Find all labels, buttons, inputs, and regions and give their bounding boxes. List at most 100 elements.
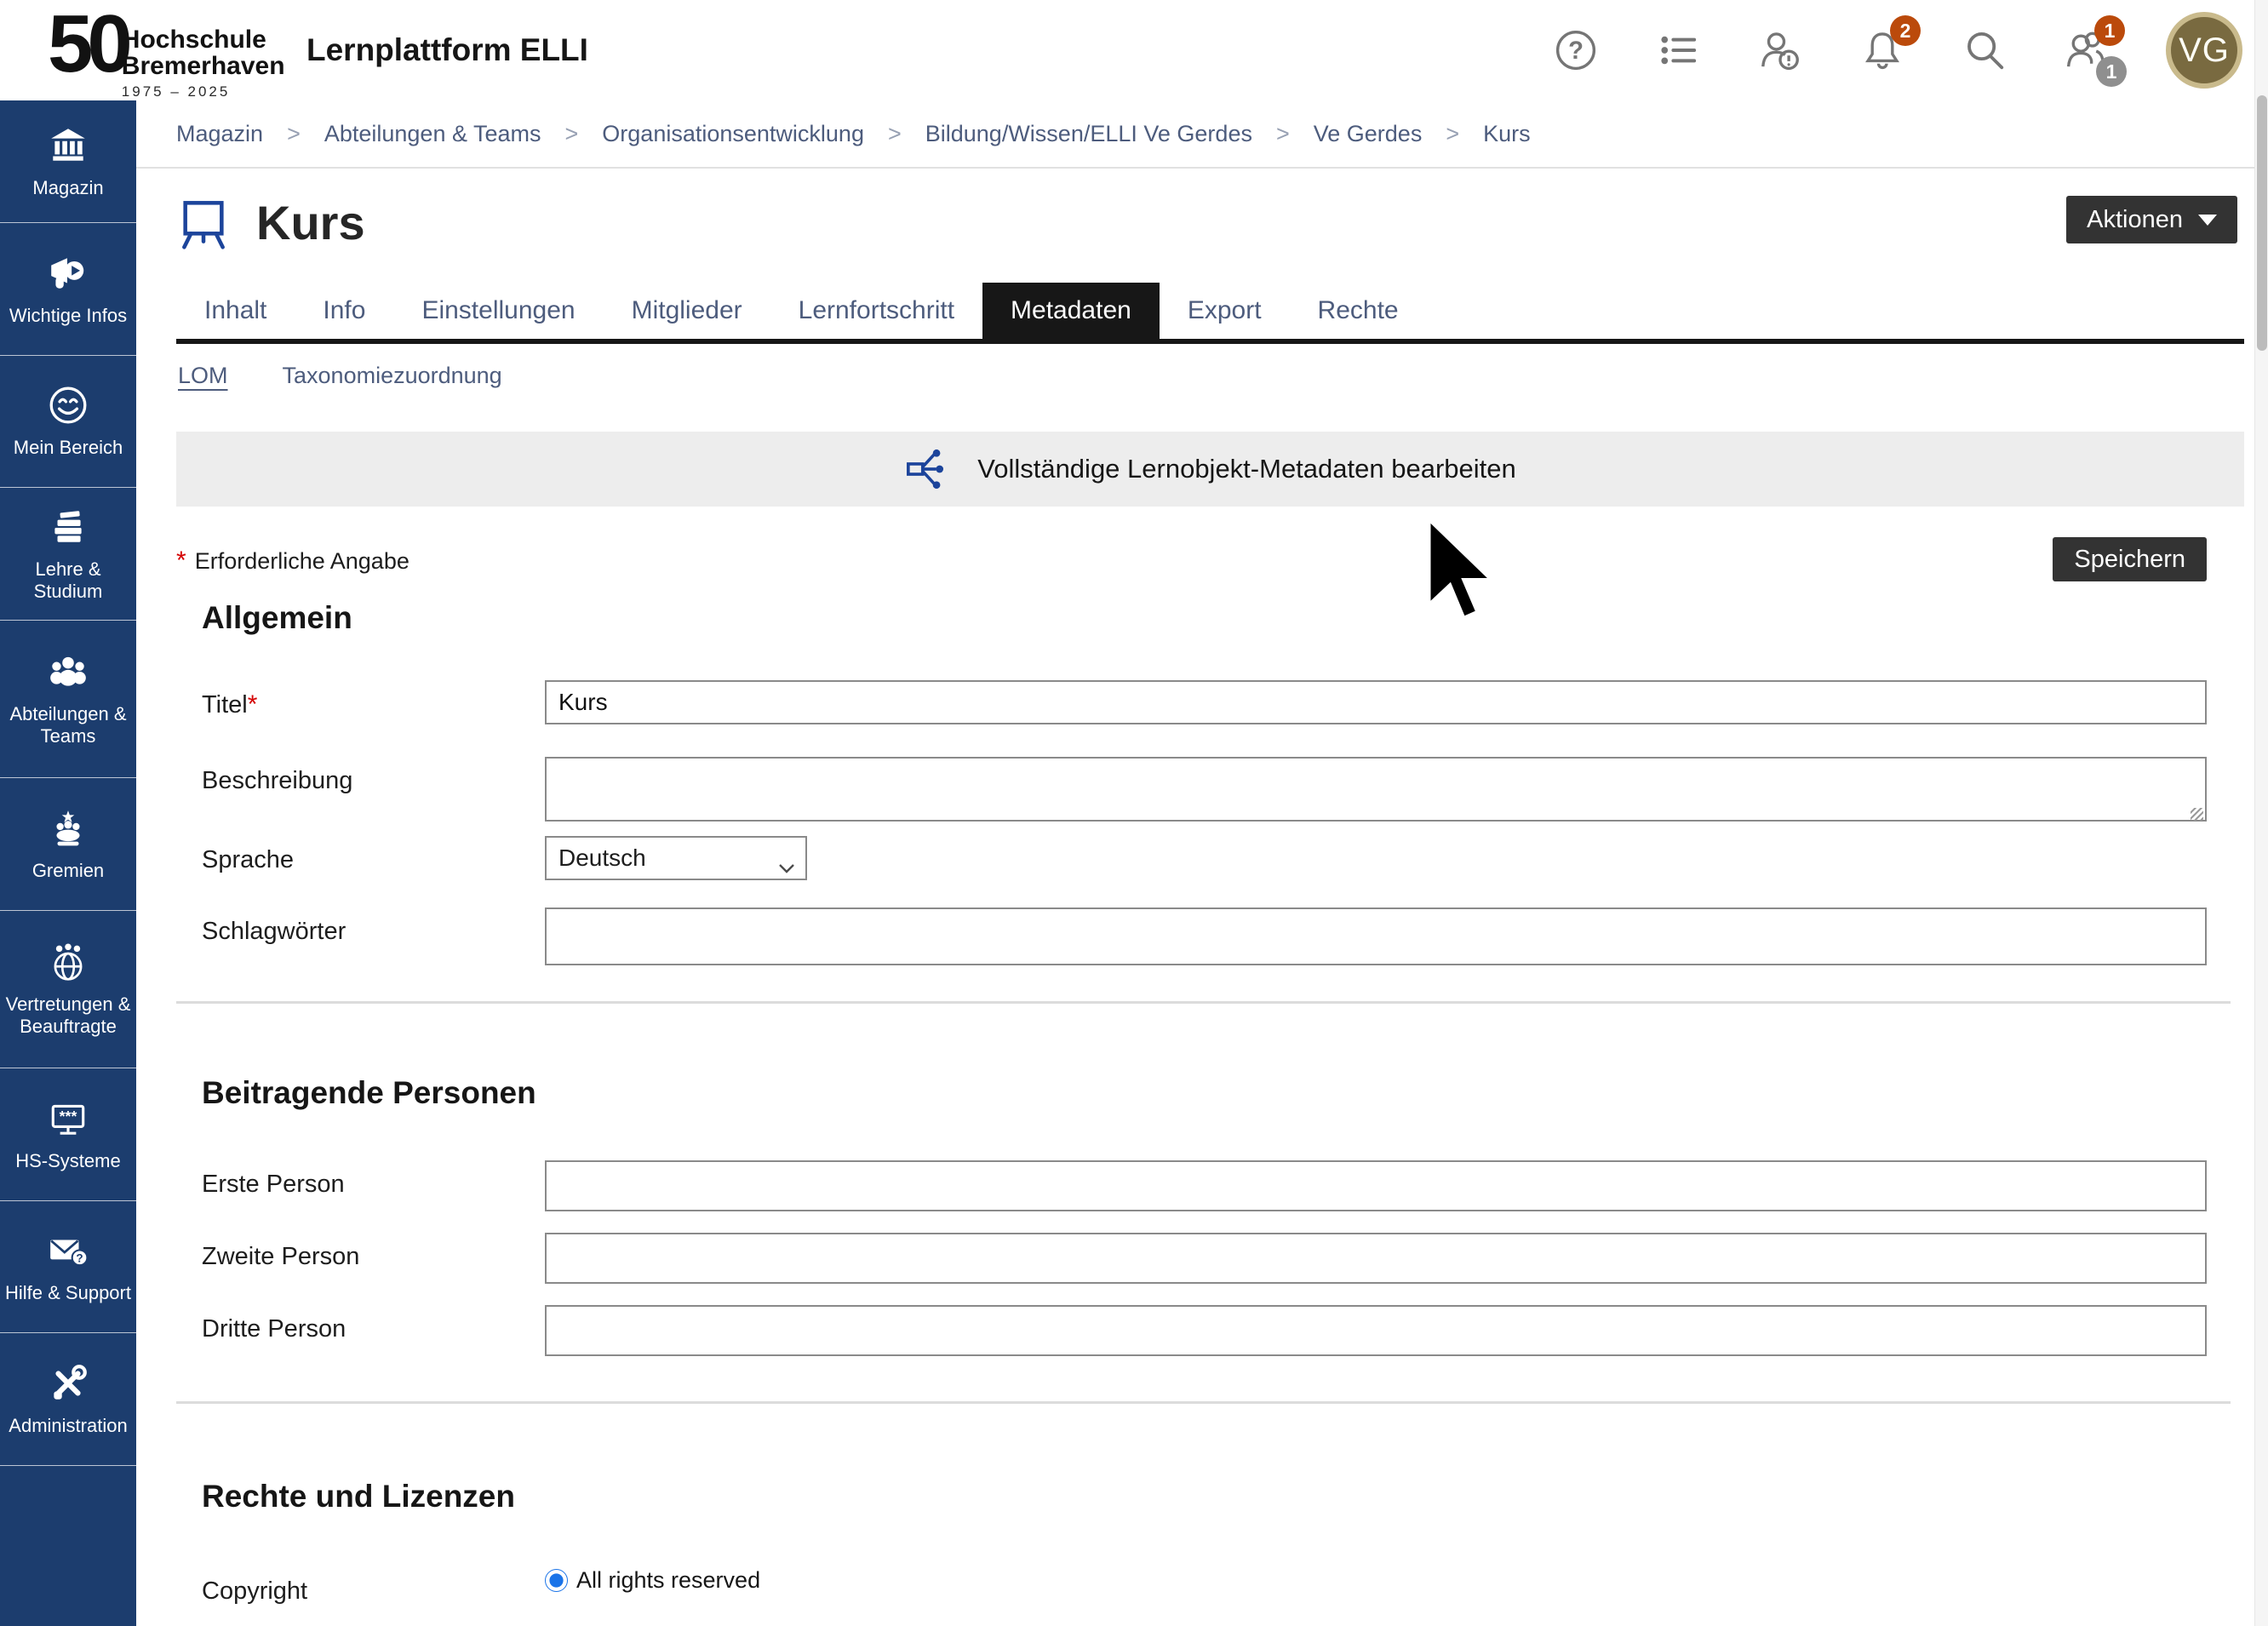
tab-rechte[interactable]: Rechte	[1290, 283, 1427, 339]
title-input[interactable]	[545, 680, 2207, 724]
section-heading-allgemein: Allgemein	[202, 600, 2244, 636]
chevron-right-icon: >	[1276, 121, 1290, 147]
required-asterisk: *	[176, 547, 186, 575]
chevron-right-icon: >	[565, 121, 579, 147]
university-logo[interactable]: 50 Hochschule Bremerhaven 1975 – 2025	[48, 5, 285, 100]
sidebar-item-administration[interactable]: Administration	[0, 1333, 136, 1466]
sidebar-item-vertretungen-beauftragte[interactable]: Vertretungen & Beauftragte	[0, 911, 136, 1068]
second-person-input[interactable]	[545, 1233, 2207, 1284]
top-header: 50 Hochschule Bremerhaven 1975 – 2025 Le…	[0, 0, 2268, 100]
contacts-icon[interactable]: 1 1	[2064, 27, 2110, 73]
notifications-badge: 2	[1890, 15, 1921, 46]
caret-down-icon	[2198, 215, 2217, 226]
sidebar-item-magazin[interactable]: Magazin	[0, 100, 136, 223]
help-icon[interactable]: ?	[1553, 27, 1599, 73]
megaphone-icon	[47, 252, 89, 295]
breadcrumb-link[interactable]: Abteilungen & Teams	[324, 121, 541, 147]
globe-people-icon	[47, 941, 89, 983]
header-icon-bar: ? 2	[1553, 0, 2242, 100]
tab-lernfortschritt[interactable]: Lernfortschritt	[770, 283, 982, 339]
actions-button[interactable]: Aktionen	[2066, 196, 2237, 243]
tab-einstellungen[interactable]: Einstellungen	[393, 283, 603, 339]
vertical-scrollbar[interactable]	[2254, 0, 2268, 1626]
title-field-label: Titel*	[176, 680, 545, 724]
section-divider	[176, 1001, 2231, 1004]
course-easel-icon	[176, 195, 231, 249]
smiley-icon	[47, 384, 89, 427]
sidebar-item-hilfe-support[interactable]: ? Hilfe & Support	[0, 1201, 136, 1333]
tab-inhalt[interactable]: Inhalt	[176, 283, 295, 339]
chevron-down-icon	[778, 853, 795, 880]
avatar[interactable]: VG	[2166, 12, 2242, 89]
scrollbar-thumb[interactable]	[2257, 95, 2267, 351]
sidebar-item-abteilungen-teams[interactable]: Abteilungen & Teams	[0, 621, 136, 778]
sidebar-filler	[0, 1466, 136, 1626]
breadcrumb-link-current[interactable]: Kurs	[1483, 121, 1531, 147]
tab-metadaten[interactable]: Metadaten	[982, 283, 1160, 339]
sidebar-item-label: HS-Systeme	[15, 1150, 120, 1172]
section-divider	[176, 1401, 2231, 1404]
todo-list-icon[interactable]	[1655, 27, 1701, 73]
first-person-input[interactable]	[545, 1160, 2207, 1211]
tab-mitglieder[interactable]: Mitglieder	[604, 283, 770, 339]
tools-icon	[47, 1362, 89, 1405]
sidebar-item-label: Hilfe & Support	[5, 1282, 131, 1304]
svg-text:?: ?	[1568, 37, 1584, 65]
monitor-icon: ***	[47, 1097, 89, 1140]
copyright-field-label: Copyright	[176, 1567, 545, 1606]
chevron-right-icon: >	[1446, 121, 1459, 147]
mail-help-icon: ?	[47, 1229, 89, 1272]
subtab-taxonomiezuordnung[interactable]: Taxonomiezuordnung	[283, 363, 502, 389]
required-note: Erforderliche Angabe	[195, 548, 410, 575]
svg-text:?: ?	[76, 1252, 83, 1265]
subtab-bar: LOM Taxonomiezuordnung	[176, 363, 2244, 389]
sidebar-item-label: Administration	[9, 1415, 127, 1437]
chevron-right-icon: >	[287, 121, 301, 147]
keywords-field-label: Schlagwörter	[176, 907, 545, 965]
main-sidebar: Magazin Wichtige Infos Mein Bereich	[0, 100, 136, 1626]
contacts-badge-secondary: 1	[2096, 56, 2127, 87]
required-asterisk: *	[248, 690, 258, 719]
logo-50: 50	[48, 5, 127, 83]
committee-icon	[47, 807, 89, 850]
language-select[interactable]: Deutsch	[545, 836, 807, 880]
tab-info[interactable]: Info	[295, 283, 393, 339]
description-textarea[interactable]	[545, 757, 2207, 822]
edit-full-metadata-banner[interactable]: Vollständige Lernobjekt-Metadaten bearbe…	[176, 432, 2244, 507]
logo-years: 1975 – 2025	[122, 83, 285, 100]
sidebar-item-lehre-studium[interactable]: Lehre & Studium	[0, 488, 136, 621]
language-selected-value: Deutsch	[558, 844, 646, 872]
breadcrumb-link[interactable]: Bildung/Wissen/ELLI Ve Gerdes	[925, 121, 1252, 147]
sidebar-item-gremien[interactable]: Gremien	[0, 778, 136, 911]
contacts-badge-new: 1	[2094, 15, 2125, 46]
main-content-area: Magazin > Abteilungen & Teams > Organisa…	[136, 100, 2254, 1626]
tab-export[interactable]: Export	[1160, 283, 1290, 339]
tab-bar: Inhalt Info Einstellungen Mitglieder Ler…	[176, 283, 2244, 344]
copyright-radio[interactable]	[545, 1569, 568, 1592]
save-button[interactable]: Speichern	[2053, 537, 2207, 581]
third-person-input[interactable]	[545, 1305, 2207, 1356]
subtab-lom[interactable]: LOM	[178, 363, 228, 389]
language-field-label: Sprache	[176, 836, 545, 880]
breadcrumb: Magazin > Abteilungen & Teams > Organisa…	[136, 100, 2254, 169]
section-heading-beitragende-personen: Beitragende Personen	[202, 1075, 2244, 1111]
group-icon	[47, 650, 89, 693]
sidebar-item-wichtige-infos[interactable]: Wichtige Infos	[0, 223, 136, 356]
sidebar-item-hs-systeme[interactable]: *** HS-Systeme	[0, 1068, 136, 1201]
keywords-input[interactable]	[545, 907, 2207, 965]
breadcrumb-link[interactable]: Ve Gerdes	[1314, 121, 1423, 147]
edit-full-metadata-label: Vollständige Lernobjekt-Metadaten bearbe…	[977, 454, 1516, 484]
second-person-label: Zweite Person	[176, 1233, 545, 1284]
app-title: Lernplattform ELLI	[306, 32, 588, 68]
bank-icon	[47, 124, 89, 167]
user-status-icon[interactable]	[1757, 27, 1803, 73]
section-heading-rechte-lizenzen: Rechte und Lizenzen	[202, 1479, 2244, 1514]
sidebar-item-mein-bereich[interactable]: Mein Bereich	[0, 356, 136, 488]
sidebar-item-label: Lehre & Studium	[3, 558, 134, 603]
first-person-label: Erste Person	[176, 1160, 545, 1211]
breadcrumb-link[interactable]: Organisationsentwicklung	[602, 121, 864, 147]
breadcrumb-link[interactable]: Magazin	[176, 121, 263, 147]
search-icon[interactable]	[1962, 27, 2007, 73]
sidebar-item-label: Magazin	[32, 177, 103, 199]
notifications-bell-icon[interactable]: 2	[1859, 27, 1905, 73]
